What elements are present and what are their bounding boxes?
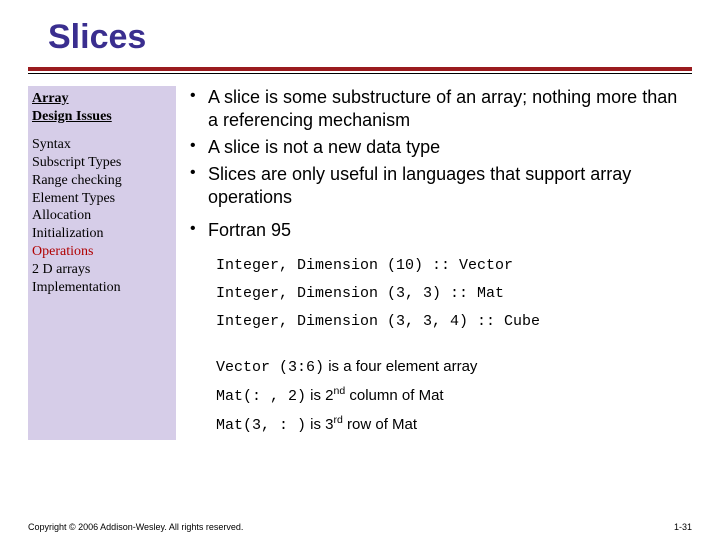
- code-line: Integer, Dimension (10) :: Vector: [216, 252, 692, 280]
- bullet-item: Slices are only useful in languages that…: [186, 163, 692, 209]
- sidebar-heading: Array Design Issues: [32, 90, 170, 126]
- rule-bottom: [28, 73, 692, 74]
- bullet-item: A slice is some substructure of an array…: [186, 86, 692, 132]
- sidebar-item-allocation: Allocation: [32, 207, 170, 225]
- content-row: Array Design Issues Syntax Subscript Typ…: [28, 86, 692, 440]
- sidebar: Array Design Issues Syntax Subscript Typ…: [28, 86, 176, 440]
- bullet-item: Fortran 95: [186, 219, 692, 242]
- sidebar-item-2d-arrays: 2 D arrays: [32, 261, 170, 279]
- copyright-text: Copyright © 2006 Addison-Wesley. All rig…: [28, 522, 243, 532]
- slide: Slices Array Design Issues Syntax Subscr…: [0, 0, 720, 540]
- slide-title: Slices: [28, 18, 692, 67]
- bullet-item: A slice is not a new data type: [186, 136, 692, 159]
- ordinal-suffix: rd: [334, 414, 343, 426]
- example-line: Vector (3:6) is a four element array: [216, 353, 692, 382]
- example-code: Mat(3, : ): [216, 417, 306, 434]
- example-prose: is 3rd row of Mat: [306, 416, 417, 433]
- rule-top: [28, 67, 692, 71]
- example-line: Mat(: , 2) is 2nd column of Mat: [216, 382, 692, 411]
- code-block: Integer, Dimension (10) :: Vector Intege…: [216, 252, 692, 335]
- footer: Copyright © 2006 Addison-Wesley. All rig…: [28, 522, 692, 532]
- sidebar-item-range-checking: Range checking: [32, 172, 170, 190]
- sidebar-item-syntax: Syntax: [32, 136, 170, 154]
- sidebar-heading-line1: Array: [32, 91, 69, 106]
- ordinal-suffix: nd: [334, 385, 346, 397]
- example-code: Mat(: , 2): [216, 388, 306, 405]
- sidebar-item-initialization: Initialization: [32, 225, 170, 243]
- sidebar-item-element-types: Element Types: [32, 190, 170, 208]
- code-line: Integer, Dimension (3, 3, 4) :: Cube: [216, 308, 692, 336]
- sidebar-item-implementation: Implementation: [32, 279, 170, 297]
- bullet-list: A slice is some substructure of an array…: [186, 86, 692, 242]
- sidebar-item-subscript-types: Subscript Types: [32, 154, 170, 172]
- page-number: 1-31: [674, 522, 692, 532]
- example-code: Vector (3:6): [216, 359, 324, 376]
- code-line: Integer, Dimension (3, 3) :: Mat: [216, 280, 692, 308]
- sidebar-item-operations: Operations: [32, 243, 170, 261]
- example-line: Mat(3, : ) is 3rd row of Mat: [216, 411, 692, 440]
- example-prose: is a four element array: [324, 358, 477, 375]
- example-prose: is 2nd column of Mat: [306, 387, 444, 404]
- main-content: A slice is some substructure of an array…: [176, 86, 692, 440]
- examples-block: Vector (3:6) is a four element array Mat…: [216, 353, 692, 439]
- sidebar-heading-line2: Design Issues: [32, 109, 112, 124]
